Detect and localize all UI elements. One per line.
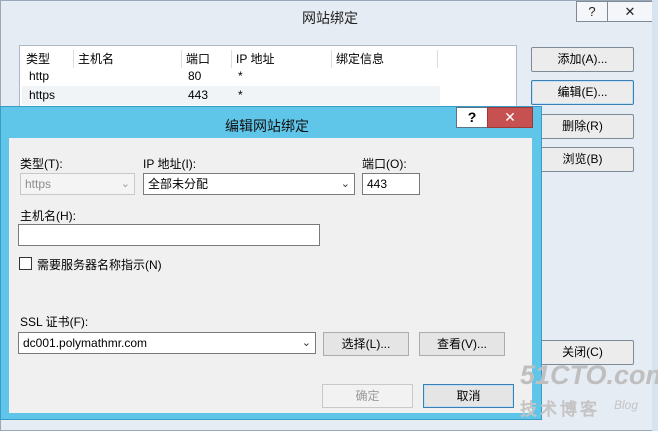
chevron-down-icon: ⌄ [120,178,130,190]
remove-button[interactable]: 删除(R) [531,114,634,139]
watermark-blog: Blog [614,398,639,412]
type-value: https [25,177,52,191]
browse-button[interactable]: 浏览(B) [531,147,634,172]
help-button[interactable]: ? [576,1,607,22]
edit-button[interactable]: 编辑(E)... [531,80,634,105]
column-header-ip[interactable]: IP 地址 [232,50,332,68]
column-header-type[interactable]: 类型 [22,50,74,68]
column-header-binding-info[interactable]: 绑定信息 [332,50,438,68]
dialog-help-button[interactable]: ? [456,107,487,128]
close-button[interactable]: ✕ [607,1,653,22]
sni-label: 需要服务器名称指示(N) [37,258,162,272]
port-label: 端口(O): [362,157,407,171]
cell-ip: * [238,69,243,83]
watermark-site: 51CTO.com [520,360,658,390]
chevron-down-icon: ⌄ [301,337,311,349]
cell-port: 443 [188,88,209,102]
cancel-button[interactable]: 取消 [423,384,514,408]
ssl-certificate-value: dc001.polymathmr.com [23,336,148,350]
bindings-list[interactable]: 类型 主机名 端口 IP 地址 绑定信息 http 80 * https 443… [19,45,517,115]
dialog-body: 类型(T): https ⌄ IP 地址(I): 全部未分配 ⌄ 端口(O): … [9,138,532,413]
ssl-certificate-select[interactable]: dc001.polymathmr.com ⌄ [18,332,316,354]
port-input[interactable]: 443 [362,173,420,195]
cell-type: https [29,88,56,102]
ip-address-value: 全部未分配 [148,177,209,191]
dialog-close-button[interactable]: ✕ [487,107,533,128]
cell-port: 80 [188,69,202,83]
type-label: 类型(T): [20,157,63,171]
type-select[interactable]: https ⌄ [20,173,135,195]
host-name-input[interactable] [18,224,320,246]
view-certificate-button[interactable]: 查看(V)... [419,332,505,356]
table-row[interactable]: https 443 * [22,86,440,105]
sni-checkbox[interactable] [19,257,32,270]
cell-type: http [29,69,50,83]
column-header-host[interactable]: 主机名 [74,50,182,68]
edit-site-binding-dialog: 编辑网站绑定 ? ✕ 类型(T): https ⌄ IP 地址(I): 全部未分… [0,106,542,420]
ip-address-select[interactable]: 全部未分配 ⌄ [143,173,355,195]
title-bar: 网站绑定 ? ✕ [1,1,658,31]
ssl-certificate-label: SSL 证书(F): [20,315,89,329]
host-name-label: 主机名(H): [20,209,76,223]
add-button[interactable]: 添加(A)... [531,47,634,72]
column-header-port[interactable]: 端口 [182,50,232,68]
chevron-down-icon: ⌄ [340,178,350,190]
ip-address-label: IP 地址(I): [143,157,197,171]
window-title: 网站绑定 [302,10,358,26]
select-certificate-button[interactable]: 选择(L)... [323,332,409,356]
dialog-title: 编辑网站绑定 [225,118,309,134]
table-row[interactable]: http 80 * [22,67,440,86]
watermark-tagline: 技术博客 [520,400,600,419]
cell-ip: * [238,88,243,102]
ok-button[interactable]: 确定 [322,384,413,408]
